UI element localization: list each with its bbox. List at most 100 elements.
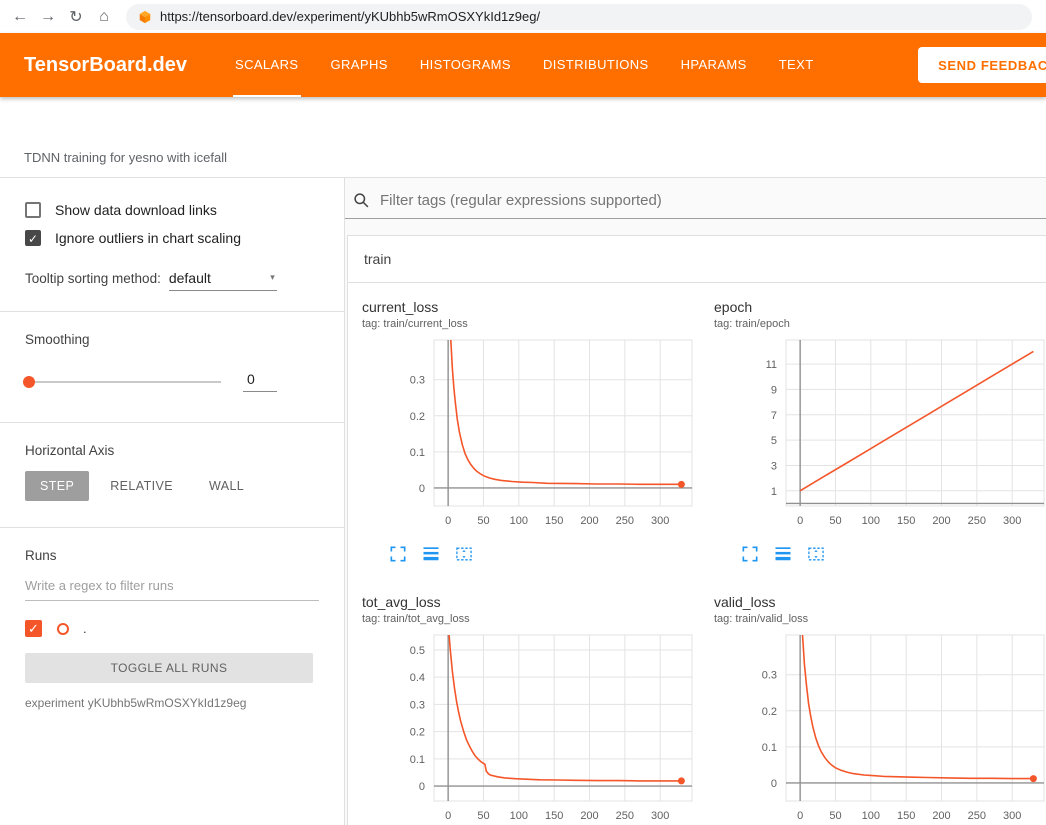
runs-regex-input[interactable]: Write a regex to filter runs — [25, 578, 319, 601]
search-icon — [353, 192, 370, 209]
chart-tag: tag: train/tot_avg_loss — [362, 613, 702, 625]
fit-domain-icon[interactable] — [454, 544, 474, 564]
current-loss-chart[interactable]: 05010015020025030000.10.20.3 — [362, 334, 697, 539]
chart-card-valid-loss: valid_loss tag: train/valid_loss 0501001… — [702, 580, 1046, 825]
svg-text:0.3: 0.3 — [410, 699, 425, 711]
chart-tag: tag: train/epoch — [714, 318, 1046, 330]
svg-text:0.3: 0.3 — [762, 670, 777, 682]
show-download-links-label: Show data download links — [55, 202, 217, 218]
log-y-axis-icon[interactable] — [773, 544, 793, 564]
svg-text:200: 200 — [580, 810, 598, 822]
chart-title: valid_loss — [714, 594, 1046, 610]
toggle-all-runs-button[interactable]: TOGGLE ALL RUNS — [25, 653, 313, 683]
log-y-axis-icon[interactable] — [421, 544, 441, 564]
svg-text:0: 0 — [445, 515, 451, 527]
expand-chart-icon[interactable] — [740, 544, 760, 564]
send-feedback-button[interactable]: SEND FEEDBACK — [918, 47, 1046, 83]
svg-text:9: 9 — [771, 384, 777, 396]
tab-text[interactable]: TEXT — [777, 33, 816, 97]
svg-text:0: 0 — [419, 781, 425, 793]
show-download-links-checkbox[interactable] — [25, 202, 41, 218]
axis-step-button[interactable]: STEP — [25, 471, 89, 501]
svg-text:50: 50 — [477, 515, 489, 527]
divider — [0, 311, 344, 312]
svg-text:300: 300 — [1003, 810, 1021, 822]
ignore-outliers-row[interactable]: ✓ Ignore outliers in chart scaling — [25, 230, 319, 246]
run-checkbox[interactable]: ✓ — [25, 620, 42, 637]
settings-sidebar: Show data download links ✓ Ignore outlie… — [0, 178, 345, 825]
svg-text:0.1: 0.1 — [762, 742, 777, 754]
svg-text:0: 0 — [419, 483, 425, 495]
browser-window: ← → ↻ ⌂ https://tensorboard.dev/experime… — [0, 0, 1046, 825]
tab-scalars[interactable]: SCALARS — [233, 33, 301, 97]
svg-text:0.3: 0.3 — [410, 375, 425, 387]
back-icon[interactable]: ← — [6, 8, 34, 26]
svg-text:300: 300 — [1003, 515, 1021, 527]
run-color-swatch — [57, 623, 69, 635]
svg-text:0: 0 — [771, 778, 777, 790]
ignore-outliers-label: Ignore outliers in chart scaling — [55, 230, 241, 246]
smoothing-value-field[interactable]: 0 — [243, 371, 277, 392]
app-logo[interactable]: TensorBoard.dev — [24, 54, 187, 77]
valid-loss-chart[interactable]: 05010015020025030000.10.20.3 — [714, 629, 1046, 825]
reload-icon[interactable]: ↻ — [62, 7, 90, 27]
svg-text:300: 300 — [651, 515, 669, 527]
svg-text:100: 100 — [510, 515, 528, 527]
svg-text:0.2: 0.2 — [762, 706, 777, 718]
svg-text:100: 100 — [862, 810, 880, 822]
tab-hparams[interactable]: HPARAMS — [679, 33, 749, 97]
tab-graphs[interactable]: GRAPHS — [329, 33, 390, 97]
svg-text:150: 150 — [545, 515, 563, 527]
svg-text:0: 0 — [445, 810, 451, 822]
chart-card-epoch: epoch tag: train/epoch 05010015020025030… — [702, 285, 1046, 580]
svg-text:200: 200 — [932, 810, 950, 822]
show-download-links-row[interactable]: Show data download links — [25, 202, 319, 218]
svg-text:0: 0 — [797, 810, 803, 822]
svg-text:300: 300 — [651, 810, 669, 822]
fit-domain-icon[interactable] — [806, 544, 826, 564]
expand-chart-icon[interactable] — [388, 544, 408, 564]
app-header: TensorBoard.dev SCALARS GRAPHS HISTOGRAM… — [0, 33, 1046, 97]
smoothing-slider[interactable] — [25, 381, 221, 383]
tensorboard-favicon — [138, 10, 152, 24]
tab-histograms[interactable]: HISTOGRAMS — [418, 33, 513, 97]
chart-title: current_loss — [362, 299, 702, 315]
divider — [0, 527, 344, 528]
epoch-chart[interactable]: 0501001502002503001357911 — [714, 334, 1046, 539]
svg-text:0.1: 0.1 — [410, 754, 425, 766]
tab-distributions[interactable]: DISTRIBUTIONS — [541, 33, 651, 97]
svg-text:250: 250 — [968, 810, 986, 822]
divider — [0, 422, 344, 423]
chart-title: epoch — [714, 299, 1046, 315]
smoothing-slider-thumb[interactable] — [23, 376, 35, 388]
svg-text:11: 11 — [766, 359, 777, 371]
svg-text:0.1: 0.1 — [410, 447, 425, 459]
address-bar[interactable]: https://tensorboard.dev/experiment/yKUbh… — [126, 4, 1032, 30]
axis-wall-button[interactable]: WALL — [194, 471, 259, 501]
forward-icon[interactable]: → — [34, 8, 62, 26]
svg-text:100: 100 — [510, 810, 528, 822]
svg-text:0.5: 0.5 — [410, 645, 425, 657]
svg-text:50: 50 — [477, 810, 489, 822]
experiment-title-bar: TDNN training for yesno with icefall — [0, 97, 1046, 178]
nav-tabs: SCALARS GRAPHS HISTOGRAMS DISTRIBUTIONS … — [233, 33, 844, 97]
home-icon[interactable]: ⌂ — [90, 8, 118, 26]
chart-title: tot_avg_loss — [362, 594, 702, 610]
scalars-dashboard: Filter tags (regular expressions support… — [345, 178, 1046, 825]
section-title[interactable]: train — [348, 236, 1046, 283]
chart-card-tot-avg-loss: tot_avg_loss tag: train/tot_avg_loss 0 50… — [350, 580, 702, 825]
svg-text:0.4: 0.4 — [410, 672, 425, 684]
run-list-item[interactable]: ✓ . — [25, 620, 319, 637]
browser-toolbar: ← → ↻ ⌂ https://tensorboard.dev/experime… — [0, 0, 1046, 33]
tooltip-sorting-select[interactable]: default ▾ — [169, 270, 277, 291]
filter-tags-input[interactable]: Filter tags (regular expressions support… — [345, 178, 1046, 219]
axis-relative-button[interactable]: RELATIVE — [95, 471, 188, 501]
ignore-outliers-checkbox[interactable]: ✓ — [25, 230, 41, 246]
chart-tag: tag: train/valid_loss — [714, 613, 1046, 625]
svg-text:250: 250 — [968, 515, 986, 527]
horizontal-axis-label: Horizontal Axis — [25, 443, 319, 458]
tot-avg-loss-chart[interactable]: 05010015020025030000.10.20.30.40.5 — [362, 629, 697, 825]
svg-text:200: 200 — [932, 515, 950, 527]
svg-text:1: 1 — [771, 486, 777, 498]
experiment-caption: experiment yKUbhb5wRmOSXYkId1z9eg — [25, 696, 319, 710]
